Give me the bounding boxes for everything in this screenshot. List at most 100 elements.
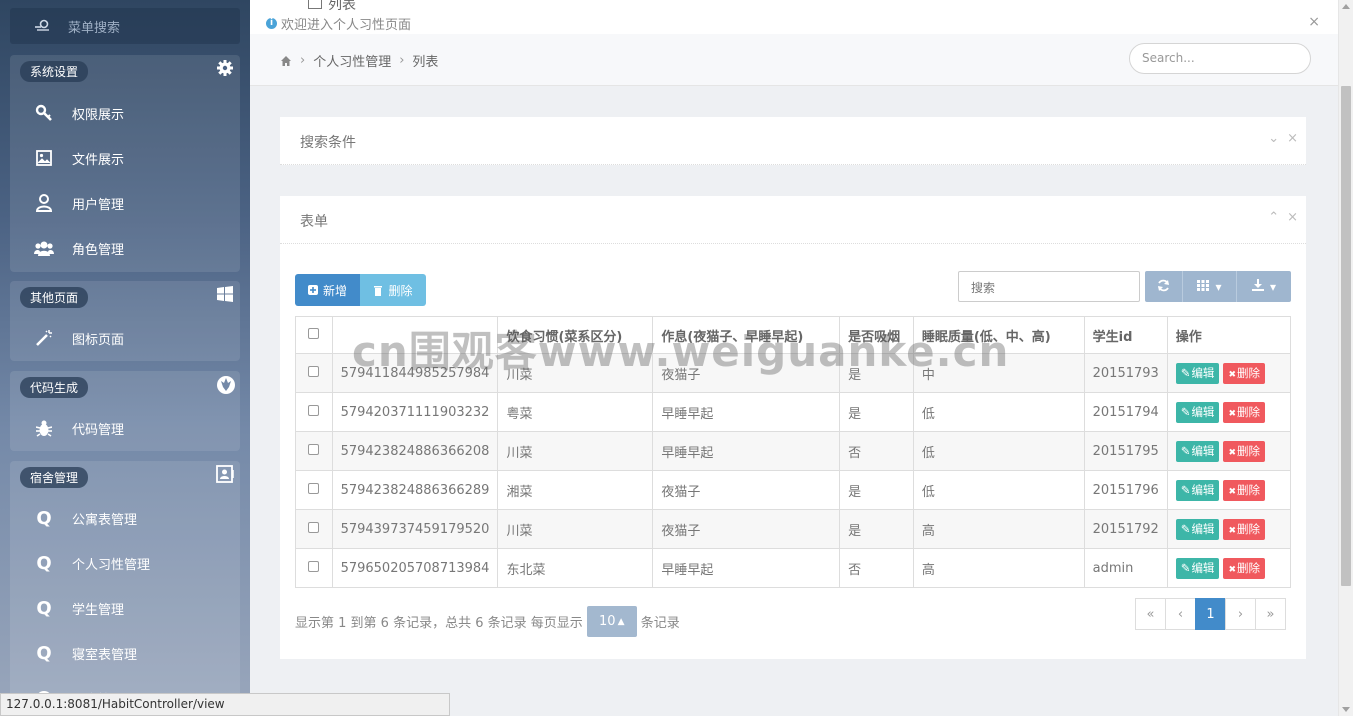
breadcrumb-item[interactable]: 个人习性管理 — [313, 51, 391, 70]
sidebar-item-icons[interactable]: 图标页面 — [10, 318, 240, 358]
close-icon[interactable]: × — [1287, 131, 1298, 146]
chevron-down-icon[interactable]: ⌄ — [1268, 131, 1279, 146]
sidebar-item-rooms[interactable]: Q 寝室表管理 — [10, 633, 240, 673]
breadcrumb: › 个人习性管理 › 列表 — [280, 51, 438, 70]
table-row[interactable]: 579423824886366208 川菜 早睡早起否低 20151795 ✎编辑 ✖删除 — [295, 431, 1292, 471]
table-search-input[interactable]: 搜索 — [958, 271, 1140, 302]
bug-icon — [34, 419, 54, 437]
window-icon — [308, 0, 322, 9]
table-cell: 20151792 — [1083, 509, 1168, 549]
page-current-button[interactable]: 1 — [1195, 598, 1226, 630]
page-prev-button[interactable]: ‹ — [1165, 598, 1196, 630]
tab-list[interactable]: 列表 — [308, 0, 356, 14]
select-all-checkbox[interactable] — [308, 327, 320, 339]
delete-button[interactable]: 删除 — [360, 274, 426, 306]
table-cell: 579439737459179520 — [331, 509, 499, 549]
export-button[interactable]: ▾ — [1237, 271, 1291, 302]
tab-strip: 列表 i 欢迎进入个人习性页面 × — [250, 0, 1338, 34]
edit-button[interactable]: ✎编辑 — [1175, 440, 1220, 462]
edit-button[interactable]: ✎编辑 — [1175, 518, 1220, 540]
scroll-up-arrow[interactable] — [1342, 4, 1350, 9]
row-checkbox[interactable] — [308, 482, 320, 494]
home-icon[interactable] — [280, 55, 292, 67]
scroll-down-arrow[interactable] — [1342, 707, 1350, 712]
edit-label: 编辑 — [1191, 404, 1215, 419]
page-last-button[interactable]: » — [1255, 598, 1286, 630]
close-icon[interactable]: × — [1308, 14, 1320, 30]
remove-button[interactable]: ✖删除 — [1223, 557, 1265, 579]
sidebar-item-students[interactable]: Q 学生管理 — [10, 588, 240, 628]
row-checkbox[interactable] — [308, 443, 320, 455]
page-next-button[interactable]: › — [1225, 598, 1256, 630]
row-checkbox[interactable] — [308, 521, 320, 533]
sidebar-item-label: 公寓表管理 — [72, 512, 138, 528]
menu-group-system-settings: 系统设置 权限展示 文件展示 用户管理 角色管理 — [10, 55, 240, 272]
row-select-cell[interactable] — [295, 509, 333, 549]
column-header[interactable]: 学生id — [1083, 316, 1168, 354]
page-size-select[interactable]: 10 ▲ — [586, 606, 637, 637]
remove-button[interactable]: ✖删除 — [1223, 362, 1265, 384]
chevron-right-icon: › — [399, 53, 405, 68]
select-all-cell[interactable] — [295, 316, 333, 354]
q-icon: Q — [36, 552, 52, 574]
sidebar-item-permissions[interactable]: 权限展示 — [10, 93, 240, 133]
contact-card-icon[interactable] — [216, 465, 234, 483]
sidebar-item-files[interactable]: 文件展示 — [10, 138, 240, 178]
sidebar-item-habits[interactable]: Q 个人习性管理 — [10, 543, 240, 583]
row-select-cell[interactable] — [295, 431, 333, 471]
sidebar-item-users[interactable]: 用户管理 — [10, 183, 240, 223]
key-icon — [34, 104, 54, 122]
row-select-cell[interactable] — [295, 548, 333, 588]
table-row[interactable]: 579650205708713984 东北菜 早睡早起否高 admin ✎编辑 ✖删除 — [295, 548, 1292, 588]
table-row[interactable]: 579439737459179520 川菜 夜猫子是高 20151792 ✎编辑 ✖删除 — [295, 509, 1292, 549]
edit-button[interactable]: ✎编辑 — [1175, 557, 1220, 579]
actions-cell: ✎编辑 ✖删除 — [1166, 470, 1292, 510]
group-title: 代码生成 — [20, 377, 89, 398]
table-row[interactable]: 579420371111903232 粤菜 早睡早起是低 20151794 ✎编辑 ✖删除 — [295, 392, 1292, 432]
page-first-button[interactable]: « — [1135, 598, 1166, 630]
add-button[interactable]: 新增 — [295, 274, 360, 306]
columns-button[interactable]: ▾ — [1183, 271, 1237, 302]
remove-button[interactable]: ✖删除 — [1223, 440, 1265, 462]
row-actions: ✎编辑 ✖删除 — [1175, 557, 1265, 579]
edit-icon: ✎ — [1180, 404, 1191, 419]
windows-icon[interactable] — [216, 285, 234, 303]
watermark: cn围观客www.weiguanke.cn — [352, 327, 1010, 376]
sidebar-item-code[interactable]: 代码管理 — [10, 408, 240, 448]
edit-button[interactable]: ✎编辑 — [1175, 362, 1220, 384]
row-select-cell[interactable] — [295, 353, 333, 393]
global-search-input[interactable]: Search... — [1129, 43, 1311, 74]
edit-button[interactable]: ✎编辑 — [1175, 401, 1220, 423]
q-icon: Q — [36, 507, 52, 529]
table-cell: 20151795 — [1083, 431, 1168, 471]
edit-button[interactable]: ✎编辑 — [1175, 479, 1220, 501]
table-cell: 否 — [839, 431, 914, 471]
table-row[interactable]: 579423824886366289 湘菜 夜猫子是低 20151796 ✎编辑 ✖删除 — [295, 470, 1292, 510]
chevron-up-icon[interactable]: ⌃ — [1268, 210, 1279, 225]
sidebar-item-label: 图标页面 — [72, 332, 125, 348]
remove-button[interactable]: ✖删除 — [1223, 518, 1265, 540]
sidebar-item-apartments[interactable]: Q 公寓表管理 — [10, 498, 240, 538]
row-select-cell[interactable] — [295, 392, 333, 432]
menu-search[interactable]: 菜单搜索 — [10, 8, 240, 44]
refresh-button[interactable] — [1145, 271, 1183, 302]
scrollbar[interactable] — [1338, 0, 1353, 716]
row-checkbox[interactable] — [308, 560, 320, 572]
row-select-cell[interactable] — [295, 470, 333, 510]
table-cell: 川菜 — [497, 431, 654, 471]
welcome-message: i 欢迎进入个人习性页面 — [266, 14, 411, 33]
rebel-icon[interactable] — [216, 375, 235, 394]
table-cell: 否 — [839, 548, 914, 588]
gear-icon[interactable] — [216, 59, 234, 77]
search-icon — [34, 19, 54, 34]
row-checkbox[interactable] — [308, 404, 320, 416]
remove-button[interactable]: ✖删除 — [1223, 479, 1265, 501]
scrollbar-thumb[interactable] — [1341, 86, 1351, 586]
delete-label: 删除 — [388, 283, 413, 298]
sidebar-item-roles[interactable]: 角色管理 — [10, 228, 240, 268]
image-icon — [34, 150, 54, 166]
close-icon[interactable]: × — [1287, 210, 1298, 225]
row-checkbox[interactable] — [308, 365, 320, 377]
remove-button[interactable]: ✖删除 — [1223, 401, 1265, 423]
remove-label: 删除 — [1236, 365, 1260, 380]
